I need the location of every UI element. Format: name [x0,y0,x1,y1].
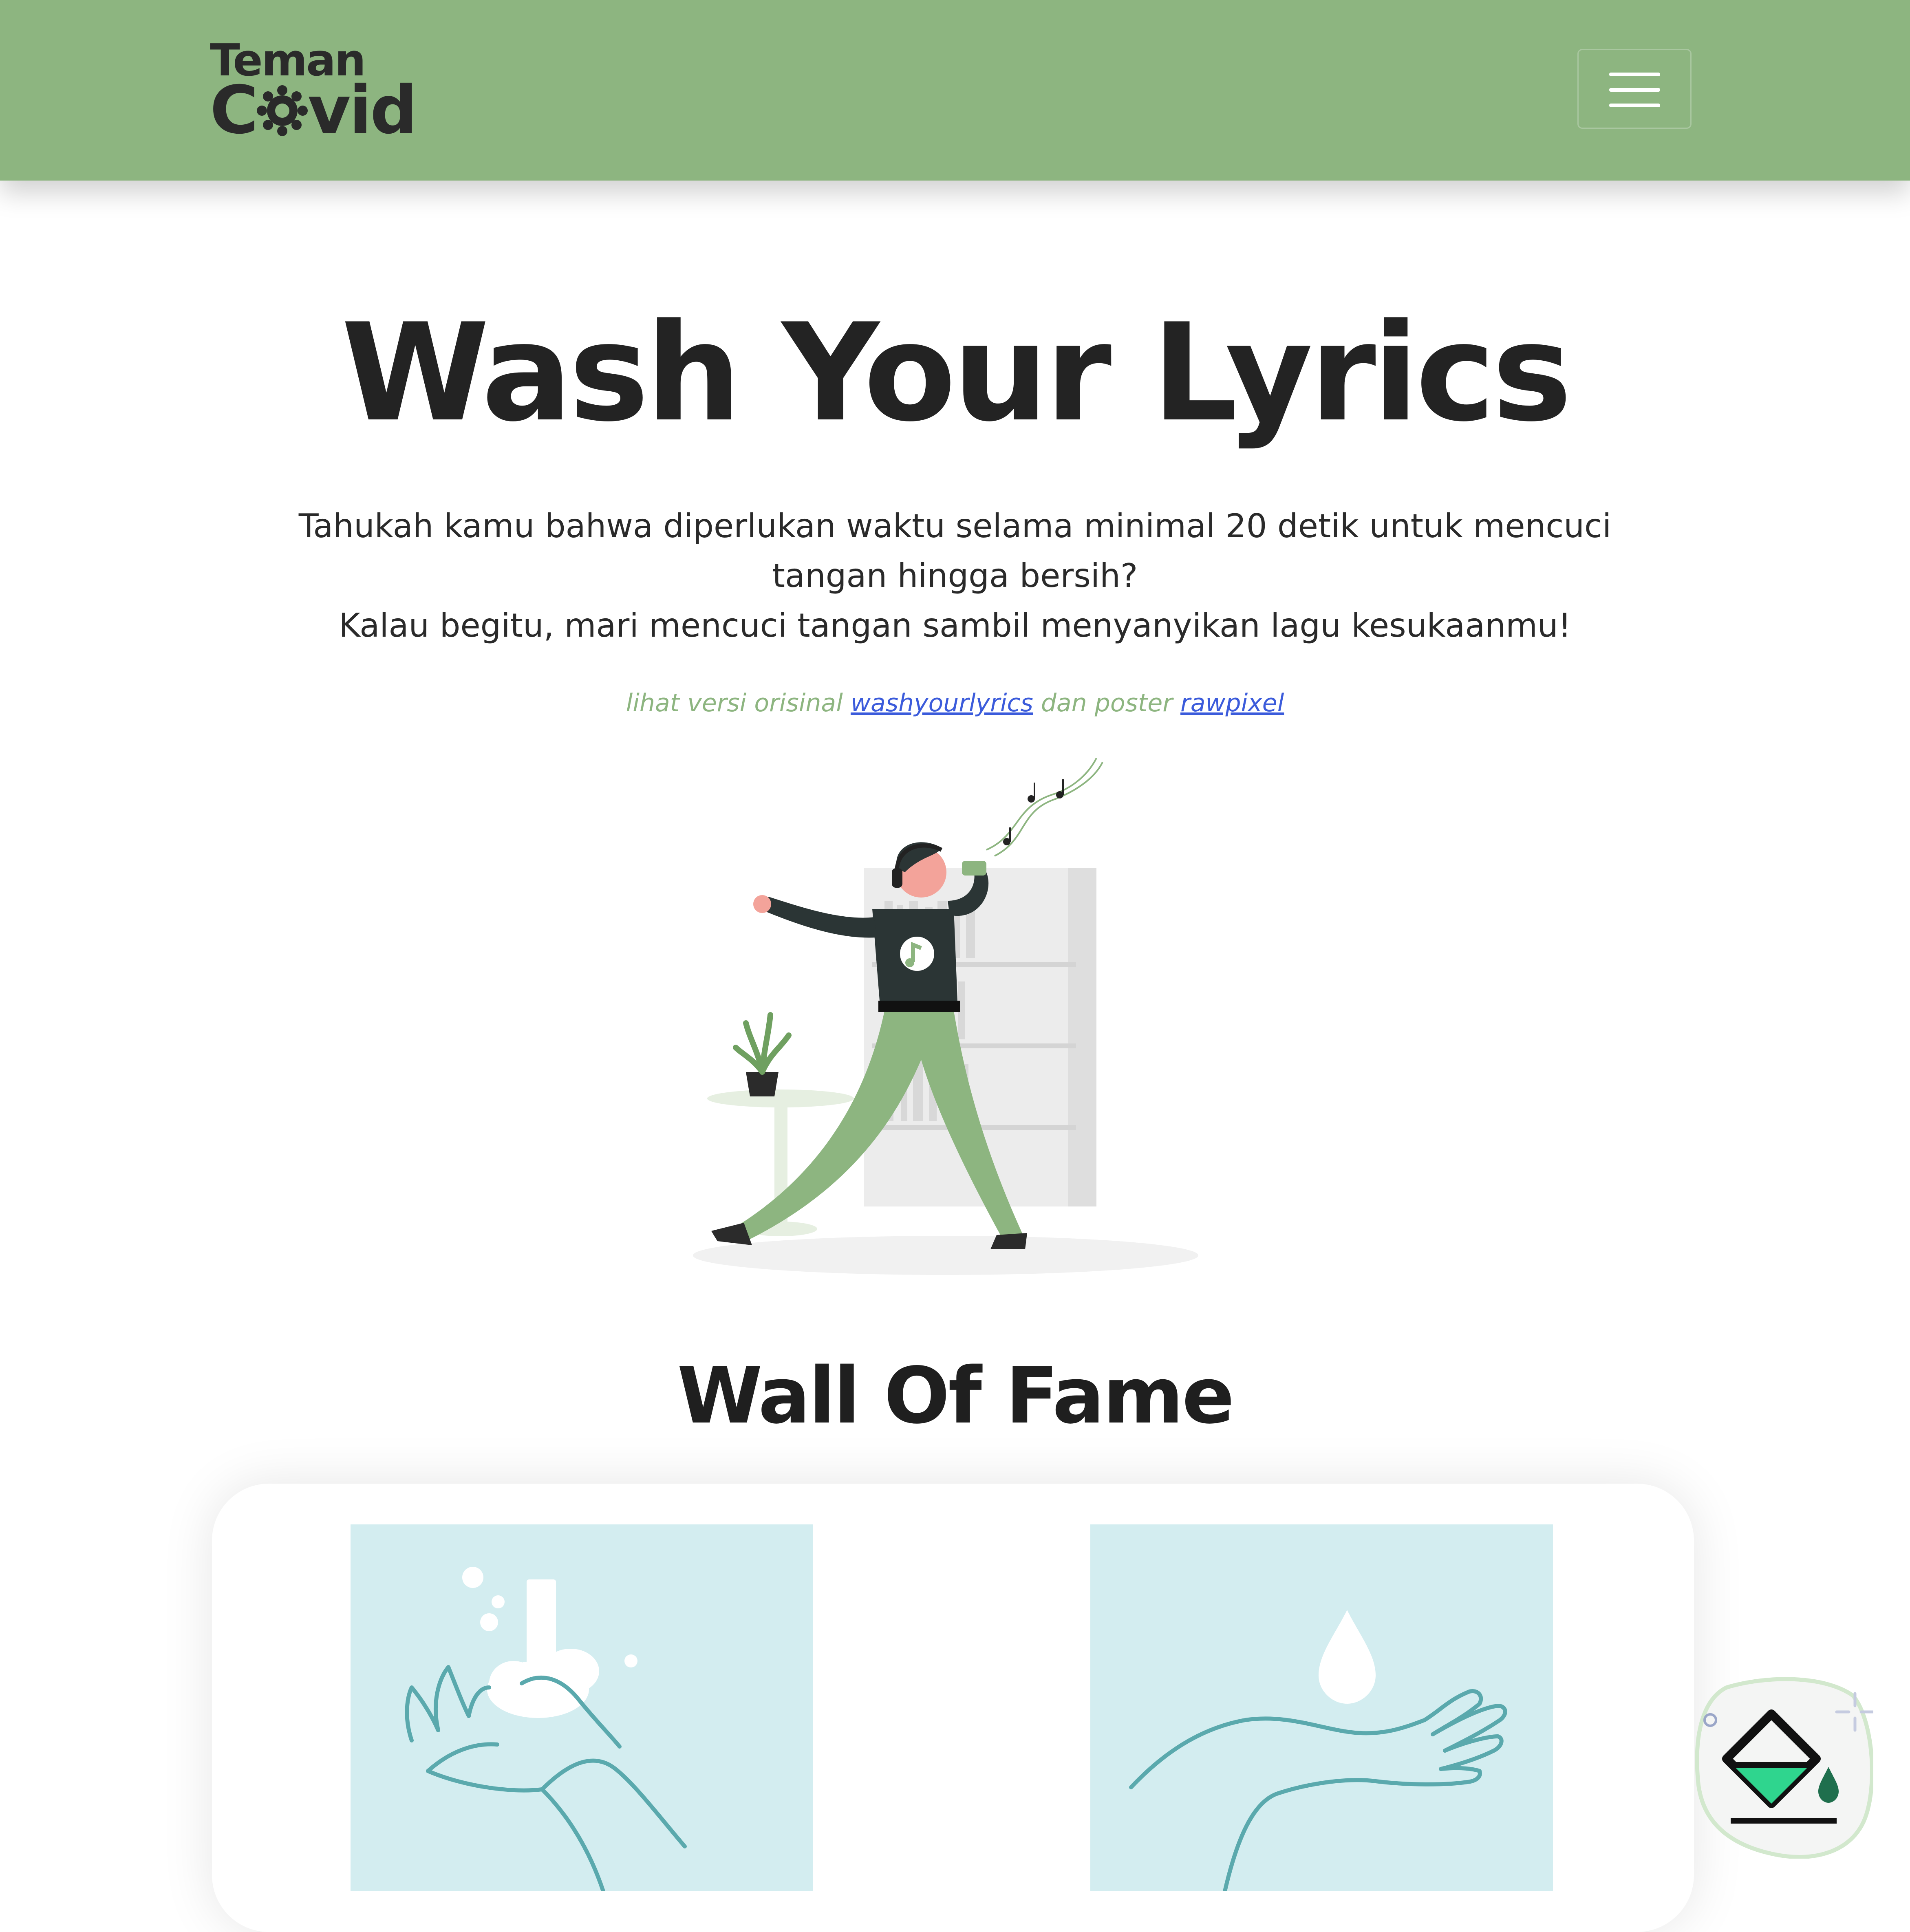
intro-line-2: Kalau begitu, mari mencuci tangan sambil… [339,607,1571,644]
wall-of-fame-tile[interactable] [1090,1524,1553,1891]
hamburger-icon [1609,73,1660,76]
rawpixel-link[interactable]: rawpixel [1180,689,1284,717]
hamburger-icon-bar [1609,104,1660,107]
washyourlyrics-link[interactable]: washyourlyrics [851,689,1033,717]
wall-of-fame-title: Wall Of Fame [677,1351,1234,1441]
brand-text-bottom: C vid [210,77,417,143]
page-title: Wash Your Lyrics [341,295,1572,451]
navbar: Teman C vid [0,0,1910,181]
wall-of-fame-tile[interactable] [351,1524,813,1891]
intro-line-1: Tahukah kamu bahwa diperlukan waktu sela… [298,507,1612,595]
virus-gear-icon [256,85,308,136]
credit-prefix: lihat versi orisinal [626,689,843,717]
theme-paint-button[interactable] [1694,1663,1873,1859]
intro-text: Tahukah kamu bahwa diperlukan waktu sela… [245,501,1665,651]
brand-letter-c: C [210,72,258,149]
singing-person-illustration [693,758,1198,1275]
brand-logo[interactable]: Teman C vid [210,39,422,145]
brand-letters-vid: vid [307,72,417,149]
hand-washing-icon [405,1567,687,1891]
credit-middle: dan poster [1041,689,1173,717]
credit-line: lihat versi orisinal washyourlyrics dan … [0,689,1910,717]
hamburger-icon-bar [1609,88,1660,92]
water-drop-hand-icon [1129,1610,1507,1891]
menu-toggle-button[interactable] [1577,49,1692,129]
